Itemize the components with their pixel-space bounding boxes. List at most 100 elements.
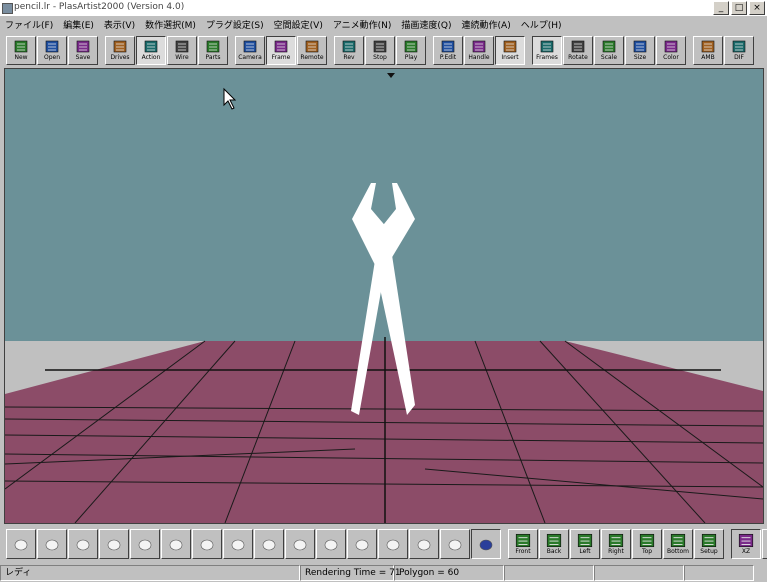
rev-label: Rev	[343, 53, 355, 61]
handle-button[interactable]: Handle	[464, 35, 494, 65]
color-button[interactable]: Color	[656, 35, 686, 65]
menu-item-1[interactable]: 編集(E)	[58, 16, 99, 31]
cone-shape-button[interactable]	[99, 529, 129, 559]
xz-plane-icon	[738, 533, 754, 548]
prism-icon	[293, 539, 307, 550]
open-button[interactable]: Open	[37, 35, 67, 65]
rotate-button[interactable]: Rotate	[563, 35, 593, 65]
top-view-button[interactable]: Top	[632, 529, 662, 559]
point-edit-icon	[441, 40, 455, 52]
new-button[interactable]: New	[6, 35, 36, 65]
frames-button[interactable]: Frames	[532, 35, 562, 65]
3d-viewport[interactable]	[4, 68, 764, 524]
bottom-toolbar: Front Back Left Right Top Bottom Setup XZ Xy	[0, 526, 767, 562]
status-field-4	[504, 565, 594, 581]
right-view-icon	[608, 533, 624, 548]
menu-item-2[interactable]: 表示(V)	[99, 16, 140, 31]
drives-button[interactable]: Drives	[105, 35, 135, 65]
menu-item-9[interactable]: ヘルプ(H)	[516, 16, 567, 31]
trapezoid-icon	[386, 539, 400, 550]
maximize-button[interactable]: □	[731, 1, 747, 15]
cube-shape-button[interactable]	[409, 529, 439, 559]
action-grid-icon	[144, 40, 158, 52]
new-file-icon	[14, 40, 28, 52]
bottom-view-button[interactable]: Bottom	[663, 529, 693, 559]
scale-icon	[602, 40, 616, 52]
setup-view-button[interactable]: Setup	[694, 529, 724, 559]
play-button[interactable]: Play	[396, 35, 426, 65]
color-label: Color	[663, 53, 679, 61]
status-bar: レディ Rendering Time = 71 Polygon = 60	[0, 564, 767, 582]
diamond-shape-button[interactable]	[347, 529, 377, 559]
tetra-shape-button[interactable]	[316, 529, 346, 559]
frame-button[interactable]: Frame	[266, 35, 296, 65]
size-icon	[633, 40, 647, 52]
text-shape-button[interactable]	[471, 529, 501, 559]
panel-shape-button[interactable]	[223, 529, 253, 559]
rotate-label: Rotate	[568, 53, 588, 61]
dome-shape-button[interactable]	[68, 529, 98, 559]
insert-button[interactable]: Insert	[495, 35, 525, 65]
xz-plane-button[interactable]: XZ	[731, 529, 761, 559]
octagon-shape-button[interactable]	[440, 529, 470, 559]
frame-label: Frame	[271, 53, 291, 61]
3d-scene[interactable]	[5, 69, 763, 523]
pyramid-shape-button[interactable]	[254, 529, 284, 559]
toolbar-group-3: Rev Stop Play	[334, 35, 427, 65]
pedit-label: P.Edit	[439, 53, 457, 61]
hemisphere-shape-button[interactable]	[37, 529, 67, 559]
status-field-5	[594, 565, 684, 581]
camera-button[interactable]: Camera	[235, 35, 265, 65]
pedit-button[interactable]: P.Edit	[433, 35, 463, 65]
cube-icon	[417, 539, 431, 550]
menu-bar: ファイル(F) 編集(E) 表示(V) 数作選択(M) プラグ設定(S) 空間設定(V) ア…	[0, 16, 767, 31]
right-view-button[interactable]: Right	[601, 529, 631, 559]
back-view-button[interactable]: Back	[539, 529, 569, 559]
action-button[interactable]: Action	[136, 35, 166, 65]
prism-shape-button[interactable]	[285, 529, 315, 559]
front-view-button[interactable]: Front	[508, 529, 538, 559]
toolbar-group-0: New Open Save	[6, 35, 99, 65]
wire-button[interactable]: Wire	[167, 35, 197, 65]
save-label: Save	[75, 53, 91, 61]
frustum-icon	[169, 539, 183, 550]
close-button[interactable]: ×	[749, 1, 765, 15]
cone-icon	[107, 539, 121, 550]
stop-button[interactable]: Stop	[365, 35, 395, 65]
cylinder-shape-button[interactable]	[130, 529, 160, 559]
remote-button[interactable]: Remote	[297, 35, 327, 65]
parts-button[interactable]: Parts	[198, 35, 228, 65]
camera-icon	[243, 40, 257, 52]
sphere-shape-button[interactable]	[6, 529, 36, 559]
wedge-shape-button[interactable]	[192, 529, 222, 559]
frustum-shape-button[interactable]	[161, 529, 191, 559]
menu-item-3[interactable]: 数作選択(M)	[140, 16, 201, 31]
menu-item-7[interactable]: 描画速度(Q)	[396, 16, 456, 31]
menu-item-4[interactable]: プラグ設定(S)	[201, 16, 269, 31]
main-toolbar: New Open Save Drives Action Wire Parts Camera Fr…	[0, 34, 767, 66]
handle-label: Handle	[468, 53, 490, 61]
wedge-icon	[200, 539, 214, 550]
parts-icon	[206, 40, 220, 52]
right-view-label: Right	[608, 548, 624, 555]
save-button[interactable]: Save	[68, 35, 98, 65]
minimize-button[interactable]: _	[713, 1, 729, 15]
bowl-icon	[45, 539, 59, 550]
rev-button[interactable]: Rev	[334, 35, 364, 65]
menu-item-8[interactable]: 連続動作(A)	[457, 16, 516, 31]
reverse-icon	[342, 40, 356, 52]
menu-item-6[interactable]: アニメ動作(N)	[328, 16, 397, 31]
left-view-button[interactable]: Left	[570, 529, 600, 559]
menu-item-0[interactable]: ファイル(F)	[0, 16, 58, 31]
sphere-icon	[14, 539, 28, 550]
trapezoid-shape-button[interactable]	[378, 529, 408, 559]
scale-button[interactable]: Scale	[594, 35, 624, 65]
diamond-icon	[355, 539, 369, 550]
menu-item-5[interactable]: 空間設定(V)	[269, 16, 328, 31]
amb-button[interactable]: AMB	[693, 35, 723, 65]
size-button[interactable]: Size	[625, 35, 655, 65]
xy-plane-button[interactable]: Xy	[762, 529, 767, 559]
stop-label: Stop	[373, 53, 387, 61]
dif-button[interactable]: DIF	[724, 35, 754, 65]
status-field-6	[684, 565, 754, 581]
